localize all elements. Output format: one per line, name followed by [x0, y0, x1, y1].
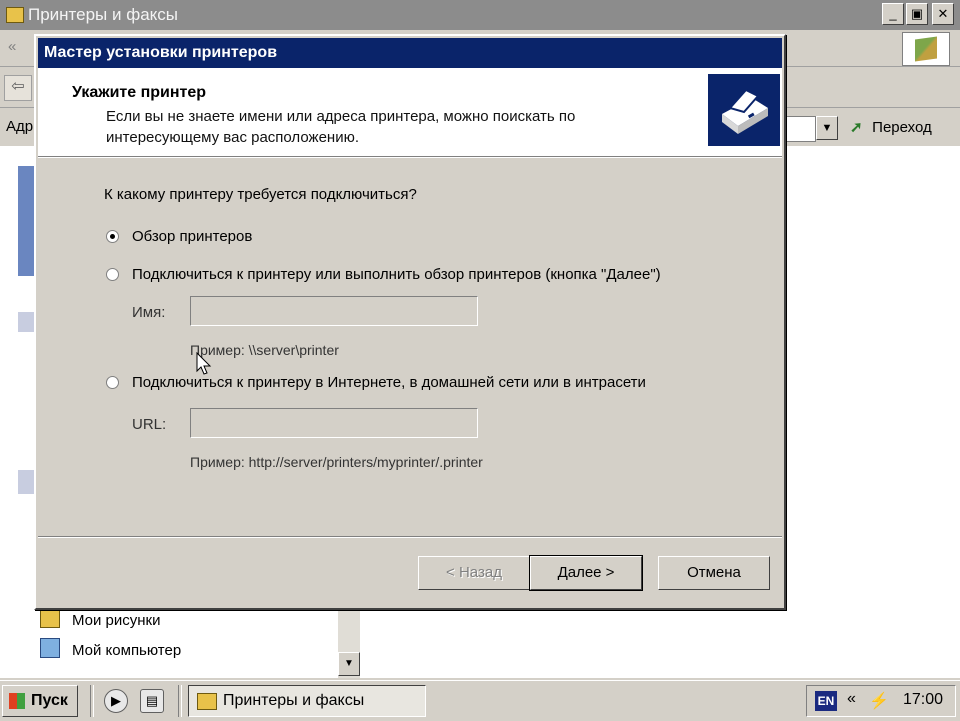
back-arrow-icon[interactable]: ⇦ — [4, 75, 32, 101]
start-label: Пуск — [31, 692, 68, 709]
printer-folder-icon — [197, 693, 217, 710]
sidebar-item-label: Мои рисунки — [72, 612, 161, 629]
sidebar-item-my-pictures[interactable]: Мои рисунки — [40, 608, 161, 629]
wizard-page-title: Укажите принтер — [72, 84, 207, 101]
tray-expand-chevron[interactable]: « — [847, 690, 856, 708]
windows-flag-icon — [9, 693, 25, 709]
url-field-label: URL: — [132, 416, 167, 433]
windows-flag-icon — [915, 36, 937, 62]
add-printer-wizard-dialog: Мастер установки принтеров Укажите принт… — [34, 34, 786, 610]
back-button[interactable]: < Назад — [418, 556, 530, 590]
printer-name-input[interactable] — [190, 296, 478, 326]
go-arrow-icon: ➚ — [850, 119, 863, 136]
scroll-down-button[interactable]: ▼ — [338, 652, 360, 676]
dialog-titlebar: Мастер установки принтеров — [38, 38, 782, 68]
radio-label: Подключиться к принтеру в Интернете, в д… — [132, 374, 646, 391]
maximize-button[interactable]: ▣ — [906, 3, 928, 25]
cancel-button[interactable]: Отмена — [658, 556, 770, 590]
folder-pictures-icon — [40, 608, 60, 628]
radio-label: Обзор принтеров — [132, 228, 253, 245]
printer-folder-icon — [6, 7, 24, 23]
taskbar-button-printers[interactable]: Принтеры и факсы — [188, 685, 426, 717]
printer-icon — [708, 74, 780, 146]
language-indicator[interactable]: EN — [815, 691, 837, 711]
start-button[interactable]: Пуск — [2, 685, 78, 717]
clock: 17:00 — [903, 691, 944, 708]
printer-url-input[interactable] — [190, 408, 478, 438]
taskbar-separator — [178, 685, 182, 717]
taskbar: Пуск ▶ ▤ Принтеры и факсы EN « ⚡ 17:00 — [0, 680, 960, 721]
network-icon[interactable]: ⚡ — [869, 691, 889, 711]
wizard-page-subtitle: Если вы не знаете имени или адреса принт… — [106, 108, 576, 146]
menu-fragment: « — [8, 38, 17, 55]
header-divider — [38, 157, 782, 158]
radio-label: Подключиться к принтеру или выполнить об… — [132, 266, 661, 283]
address-dropdown-button[interactable]: ▼ — [816, 116, 838, 140]
radio-button[interactable] — [106, 268, 119, 281]
sidebar-item-my-computer[interactable]: Мой компьютер — [40, 638, 181, 659]
connection-question: К какому принтеру требуется подключиться… — [104, 186, 417, 203]
windows-logo — [902, 32, 950, 66]
name-field-label: Имя: — [132, 304, 166, 321]
wizard-header: Укажите принтер Если вы не знаете имени … — [38, 68, 782, 157]
taskbar-separator — [90, 685, 94, 717]
minimize-button[interactable]: _ — [882, 3, 904, 25]
button-divider — [38, 536, 782, 538]
radio-button[interactable] — [106, 376, 119, 389]
sidebar-item-label: Мой компьютер — [72, 642, 182, 659]
show-desktop-icon[interactable]: ▤ — [140, 689, 164, 713]
close-button[interactable]: ✕ — [932, 3, 954, 25]
name-example-text: Пример: \\server\printer — [190, 342, 339, 358]
system-tray: EN « ⚡ 17:00 — [806, 685, 956, 717]
taskbar-button-label: Принтеры и факсы — [223, 692, 365, 709]
radio-button-selected[interactable] — [106, 230, 119, 243]
url-example-text: Пример: http://server/printers/myprinter… — [190, 454, 483, 470]
address-label: Адр — [6, 118, 34, 135]
explorer-titlebar: Принтеры и факсы _ ▣ ✕ — [0, 0, 960, 30]
go-button[interactable]: ➚ Переход — [850, 114, 950, 142]
explorer-window-title: Принтеры и факсы — [28, 5, 179, 24]
my-computer-icon — [40, 638, 60, 658]
next-button[interactable]: Далее > — [529, 555, 643, 591]
go-label: Переход — [872, 119, 932, 136]
media-player-icon[interactable]: ▶ — [104, 689, 128, 713]
dialog-title: Мастер установки принтеров — [44, 44, 278, 61]
